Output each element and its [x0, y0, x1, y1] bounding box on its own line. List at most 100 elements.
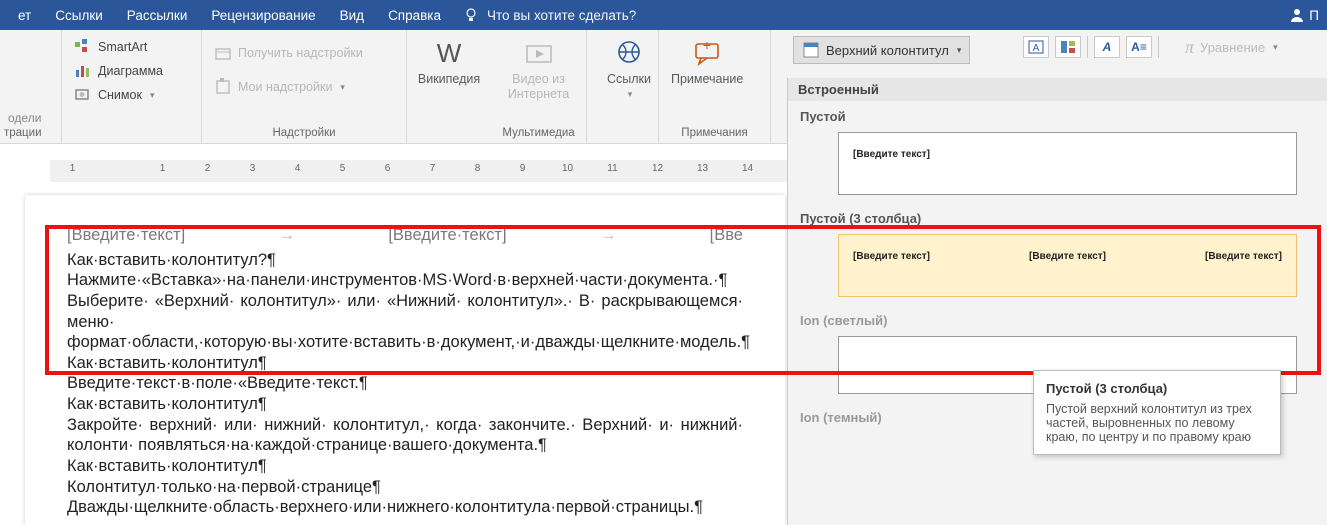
chart-icon [74, 62, 92, 80]
tooltip: Пустой (3 столбца) Пустой верхний колонт… [1033, 370, 1281, 455]
chart-button[interactable]: Диаграмма [70, 60, 167, 82]
header-right[interactable]: [Вве [710, 225, 743, 246]
doc-line[interactable]: Как·вставить·колонтитул?¶ [67, 250, 743, 271]
mini-toolbar: A A A≡ π Уравнение ▾ [1023, 36, 1278, 58]
menu-item-help[interactable]: Справка [376, 0, 453, 30]
wordart-icon: A [1103, 40, 1112, 54]
doc-line[interactable]: Как·вставить·колонтитул¶ [67, 394, 743, 415]
menu-item[interactable]: ет [6, 0, 43, 30]
group-media-label: Мультимедиа [491, 125, 586, 143]
menu-item-review[interactable]: Рецензирование [199, 0, 327, 30]
preview-blank[interactable]: [Введите текст] [838, 132, 1297, 195]
preview-3col[interactable]: [Введите текст] [Введите текст] [Введите… [838, 234, 1297, 297]
doc-line[interactable]: Введите·текст·в·поле·«Введите·текст.¶ [67, 373, 743, 394]
wikipedia-label: Википедия [418, 72, 480, 87]
ruler-marks: 11234567891011121314 [50, 163, 770, 174]
store-icon [214, 44, 232, 62]
tab-arrow: → [279, 225, 296, 246]
preview-ph: [Введите текст] [1029, 251, 1106, 262]
dropcap-button[interactable]: A≡ [1126, 36, 1152, 58]
gallery-item-blank[interactable]: Пустой [788, 101, 1327, 128]
lightbulb-icon [463, 7, 479, 23]
links-button[interactable]: Ссылки▾ [595, 34, 663, 125]
my-addins-label: Мои надстройки [238, 80, 332, 94]
screenshot-label: Снимок [98, 88, 142, 102]
comment-button[interactable]: + Примечание [667, 34, 747, 125]
links-label: Ссылки [607, 72, 651, 87]
tab-arrow: → [600, 225, 617, 246]
header-left[interactable]: [Введите·текст] [67, 225, 185, 246]
svg-text:+: + [703, 38, 711, 53]
pi-icon: π [1185, 37, 1194, 58]
tooltip-body: Пустой верхний колонтитул из трех частей… [1046, 402, 1268, 444]
user-account[interactable]: П [1289, 7, 1321, 23]
preview-ph: [Введите текст] [853, 149, 930, 160]
chart-label: Диаграмма [98, 64, 163, 78]
gallery-item-3col[interactable]: Пустой (3 столбца) [788, 203, 1327, 230]
online-video-button[interactable]: Видео из Интернета [499, 34, 578, 125]
get-addins-label: Получить надстройки [238, 46, 363, 60]
preview-ph: [Введите текст] [853, 251, 930, 262]
group-addins-label: Надстройки [202, 125, 406, 143]
chevron-down-icon: ▾ [957, 45, 962, 56]
tell-me[interactable]: Что вы хотите сделать? [463, 7, 636, 23]
chevron-down-icon: ▾ [340, 82, 345, 93]
header-dropdown-button[interactable]: Верхний колонтитул ▾ [793, 36, 970, 64]
doc-line[interactable]: Выберите· «Верхний· колонтитул»· или· «Н… [67, 291, 743, 353]
equation-label: Уравнение [1200, 40, 1265, 55]
smartart-icon [74, 38, 92, 56]
doc-line[interactable]: Закройте· верхний· или· нижний· колонтит… [67, 415, 743, 456]
wordart-button[interactable]: A [1094, 36, 1120, 58]
doc-line[interactable]: Колонтитул·только·на·первой·странице¶ [67, 477, 743, 498]
equation-button[interactable]: π Уравнение ▾ [1185, 37, 1278, 58]
my-addins-button[interactable]: Мои надстройки ▾ [210, 76, 367, 98]
addins-icon [214, 78, 232, 96]
user-initial: П [1309, 8, 1319, 23]
group-truncated-label: трации [0, 125, 61, 143]
video-label: Видео из Интернета [503, 72, 574, 102]
textbox-icon: A [1028, 40, 1044, 54]
ruler[interactable]: 11234567891011121314 [0, 160, 787, 182]
video-icon [523, 38, 555, 70]
document-page[interactable]: [Введите·текст] → [Введите·текст] → [Вве… [25, 195, 785, 525]
group-comments-label: Примечания [659, 125, 770, 143]
header-gallery-panel: Встроенный Пустой [Введите текст] Пустой… [787, 78, 1327, 525]
menu-item-links[interactable]: Ссылки [43, 0, 115, 30]
chevron-down-icon: ▾ [1273, 42, 1278, 53]
doc-line[interactable]: Как·вставить·колонтитул¶ [67, 456, 743, 477]
svg-text:A: A [1033, 43, 1040, 54]
header-icon [802, 41, 820, 59]
header-center[interactable]: [Введите·текст] [388, 225, 506, 246]
textbox-button[interactable]: A [1023, 36, 1049, 58]
wikipedia-icon: W [433, 38, 465, 70]
preview-ph: [Введите текст] [1205, 251, 1282, 262]
tooltip-title: Пустой (3 столбца) [1046, 381, 1268, 396]
menubar: ет Ссылки Рассылки Рецензирование Вид Сп… [0, 0, 1327, 30]
menu-item-view[interactable]: Вид [328, 0, 376, 30]
panel-section-title: Встроенный [788, 78, 1327, 101]
menu-item-mailings[interactable]: Рассылки [115, 0, 200, 30]
smartart-label: SmartArt [98, 40, 147, 54]
dropcap-icon: A≡ [1131, 40, 1147, 54]
smartart-button[interactable]: SmartArt [70, 36, 167, 58]
group-illustrations-label [62, 125, 201, 143]
parts-icon [1060, 40, 1076, 54]
ribbon-truncated: одели [8, 111, 53, 125]
header-fields[interactable]: [Введите·текст] → [Введите·текст] → [Вве [67, 225, 743, 246]
quickparts-button[interactable] [1055, 36, 1081, 58]
doc-line[interactable]: Нажмите·«Вставка»·на·панели·инструментов… [67, 270, 743, 291]
gallery-item-ion-light[interactable]: Ion (светлый) [788, 305, 1327, 332]
tell-me-label: Что вы хотите сделать? [487, 8, 636, 23]
screenshot-icon [74, 86, 92, 104]
get-addins-button[interactable]: Получить надстройки [210, 42, 367, 64]
doc-line[interactable]: Дважды·щелкните·область·верхнего·или·ниж… [67, 497, 743, 518]
link-icon [613, 38, 645, 70]
user-icon [1289, 7, 1305, 23]
chevron-down-icon: ▾ [150, 90, 155, 101]
comment-icon: + [691, 38, 723, 70]
svg-text:W: W [437, 38, 462, 68]
wikipedia-button[interactable]: W Википедия [415, 34, 483, 125]
screenshot-button[interactable]: Снимок ▾ [70, 84, 167, 106]
header-dropdown-label: Верхний колонтитул [826, 43, 949, 58]
doc-line[interactable]: Как·вставить·колонтитул¶ [67, 353, 743, 374]
